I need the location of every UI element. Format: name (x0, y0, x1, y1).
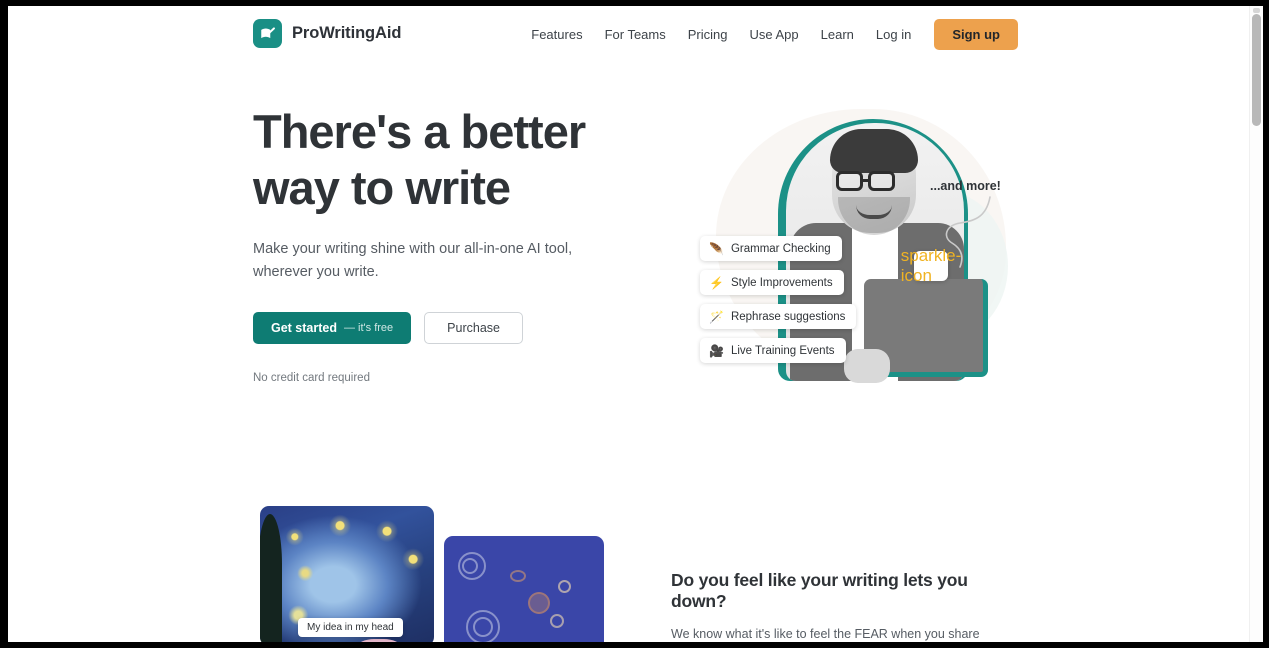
feature-pill-style-improvements: ⚡ Style Improvements (700, 270, 844, 295)
book-check-icon (253, 19, 282, 48)
swirl-shape (473, 617, 493, 637)
hero-illustration: sparkle-icon ...and more! 🪶 Grammar Chec… (668, 101, 1028, 401)
feature-pill-grammar-checking: 🪶 Grammar Checking (700, 236, 842, 261)
sign-up-button[interactable]: Sign up (934, 19, 1018, 50)
get-started-sublabel: — it's free (344, 322, 394, 334)
feature-pill-live-training-events: 🎥 Live Training Events (700, 338, 846, 363)
no-credit-card-note: No credit card required (253, 372, 370, 384)
section2-illustration: My idea in my head (260, 506, 604, 642)
feature-pill-label: Rephrase suggestions (730, 310, 846, 323)
feature-pill-label: Style Improvements (730, 276, 833, 289)
plain-blue-card (444, 536, 604, 642)
purchase-button[interactable]: Purchase (424, 312, 523, 344)
nav-features[interactable]: Features (520, 20, 593, 49)
site-header: ProWritingAid Features For Teams Pricing… (8, 6, 1255, 62)
hero-title-line-1: There's a better (253, 105, 586, 158)
hair (830, 129, 918, 173)
magic-wand-icon: 🪄 (709, 309, 724, 324)
quill-pen-icon: 🪶 (709, 241, 724, 256)
hero-text-block: There's a better way to write Make your … (253, 104, 653, 384)
hero-title-line-2: way to write (253, 161, 511, 214)
scrollbar-top-cap[interactable] (1253, 8, 1260, 13)
browser-viewport: ProWritingAid Features For Teams Pricing… (8, 6, 1263, 642)
feature-pill-list: 🪶 Grammar Checking ⚡ Style Improvements … (700, 236, 857, 363)
page-title: There's a better way to write (253, 104, 653, 216)
glasses-lens-right (868, 171, 895, 191)
section2-body: We know what it's like to feel the FEAR … (671, 627, 980, 641)
nav-log-in[interactable]: Log in (865, 20, 922, 49)
swirl-shape (558, 580, 571, 593)
swirl-shape (462, 558, 478, 574)
section2-title: Do you feel like your writing lets you d… (671, 570, 968, 611)
hero-cta-group: Get started — it's free Purchase (253, 312, 653, 344)
video-camera-icon: 🎥 (709, 343, 724, 358)
brand-name: ProWritingAid (292, 24, 402, 42)
page-content: ProWritingAid Features For Teams Pricing… (8, 6, 1255, 642)
nav-use-app[interactable]: Use App (739, 20, 810, 49)
nav-learn[interactable]: Learn (810, 20, 865, 49)
feature-pill-label: Live Training Events (730, 344, 835, 357)
nav-pricing[interactable]: Pricing (677, 20, 739, 49)
swirl-shape (550, 614, 564, 628)
glasses-bridge (863, 179, 868, 182)
get-started-label: Get started (271, 321, 337, 335)
feature-pill-label: Grammar Checking (730, 242, 831, 255)
vertical-scrollbar[interactable] (1249, 6, 1263, 642)
cypress-tree (260, 514, 282, 642)
nav-for-teams[interactable]: For Teams (594, 20, 677, 49)
main-navigation: Features For Teams Pricing Use App Learn… (520, 19, 1018, 50)
get-started-button[interactable]: Get started — it's free (253, 312, 412, 344)
feature-pill-rephrase-suggestions: 🪄 Rephrase suggestions (700, 304, 857, 329)
image-caption: My idea in my head (298, 618, 403, 637)
scrollbar-thumb[interactable] (1252, 14, 1261, 126)
swirl-shape (510, 570, 526, 582)
and-more-annotation: ...and more! (930, 179, 1001, 193)
brand-logo[interactable]: ProWritingAid (253, 19, 401, 48)
hero-subtitle: Make your writing shine with our all-in-… (253, 241, 573, 280)
section2-text-block: Do you feel like your writing lets you d… (671, 570, 1021, 642)
curved-pointer-line (945, 196, 991, 268)
glasses-lens-left (836, 171, 863, 191)
swirl-shape (528, 592, 550, 614)
lightning-bolt-icon: ⚡ (709, 275, 724, 290)
